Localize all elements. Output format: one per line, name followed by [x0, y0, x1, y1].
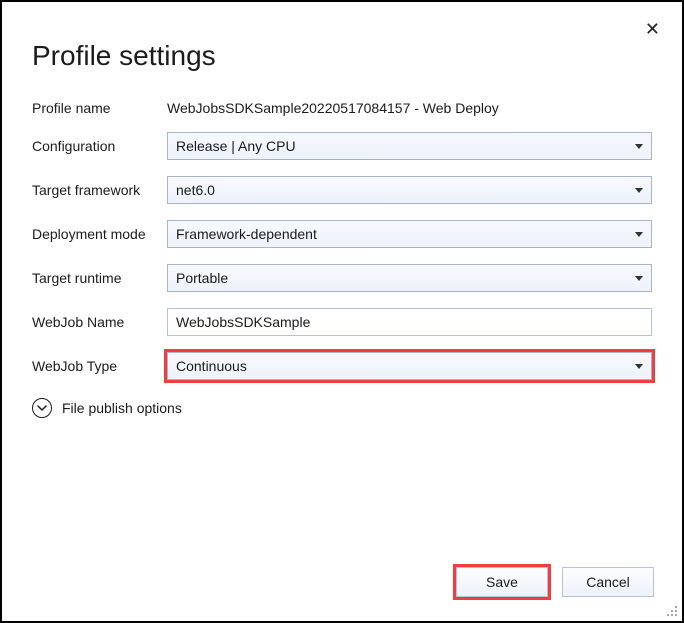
row-webjob-type: WebJob Type Continuous [32, 352, 652, 380]
input-webjob-name-value: WebJobsSDKSample [176, 314, 310, 330]
select-target-framework[interactable]: net6.0 [167, 176, 652, 204]
row-target-runtime: Target runtime Portable [32, 264, 652, 292]
input-webjob-name[interactable]: WebJobsSDKSample [167, 308, 652, 336]
select-webjob-type[interactable]: Continuous [167, 352, 652, 380]
select-webjob-type-value: Continuous [176, 358, 247, 374]
select-target-runtime-value: Portable [176, 270, 228, 286]
cancel-button[interactable]: Cancel [562, 567, 654, 597]
label-deployment-mode: Deployment mode [32, 226, 167, 242]
close-icon: ✕ [645, 19, 660, 39]
select-deployment-mode[interactable]: Framework-dependent [167, 220, 652, 248]
page-title: Profile settings [32, 40, 652, 72]
label-configuration: Configuration [32, 138, 167, 154]
label-target-runtime: Target runtime [32, 270, 167, 286]
chevron-down-icon [32, 398, 52, 418]
save-button[interactable]: Save [456, 567, 548, 597]
close-button[interactable]: ✕ [641, 16, 664, 42]
resize-grip-icon [664, 603, 678, 617]
label-webjob-type: WebJob Type [32, 358, 167, 374]
label-target-framework: Target framework [32, 182, 167, 198]
expander-label: File publish options [62, 400, 182, 416]
row-configuration: Configuration Release | Any CPU [32, 132, 652, 160]
label-profile-name: Profile name [32, 100, 167, 116]
expander-file-publish-options[interactable]: File publish options [32, 398, 652, 418]
dialog-button-row: Save Cancel [456, 567, 654, 597]
row-target-framework: Target framework net6.0 [32, 176, 652, 204]
label-webjob-name: WebJob Name [32, 314, 167, 330]
select-deployment-mode-value: Framework-dependent [176, 226, 317, 242]
value-profile-name: WebJobsSDKSample20220517084157 - Web Dep… [167, 100, 652, 116]
cancel-button-label: Cancel [586, 574, 630, 590]
profile-settings-dialog: Profile settings Profile name WebJobsSDK… [2, 2, 682, 438]
save-button-label: Save [486, 574, 518, 590]
select-target-framework-value: net6.0 [176, 182, 215, 198]
row-profile-name: Profile name WebJobsSDKSample20220517084… [32, 100, 652, 116]
row-webjob-name: WebJob Name WebJobsSDKSample [32, 308, 652, 336]
row-deployment-mode: Deployment mode Framework-dependent [32, 220, 652, 248]
select-configuration[interactable]: Release | Any CPU [167, 132, 652, 160]
select-configuration-value: Release | Any CPU [176, 138, 296, 154]
select-target-runtime[interactable]: Portable [167, 264, 652, 292]
